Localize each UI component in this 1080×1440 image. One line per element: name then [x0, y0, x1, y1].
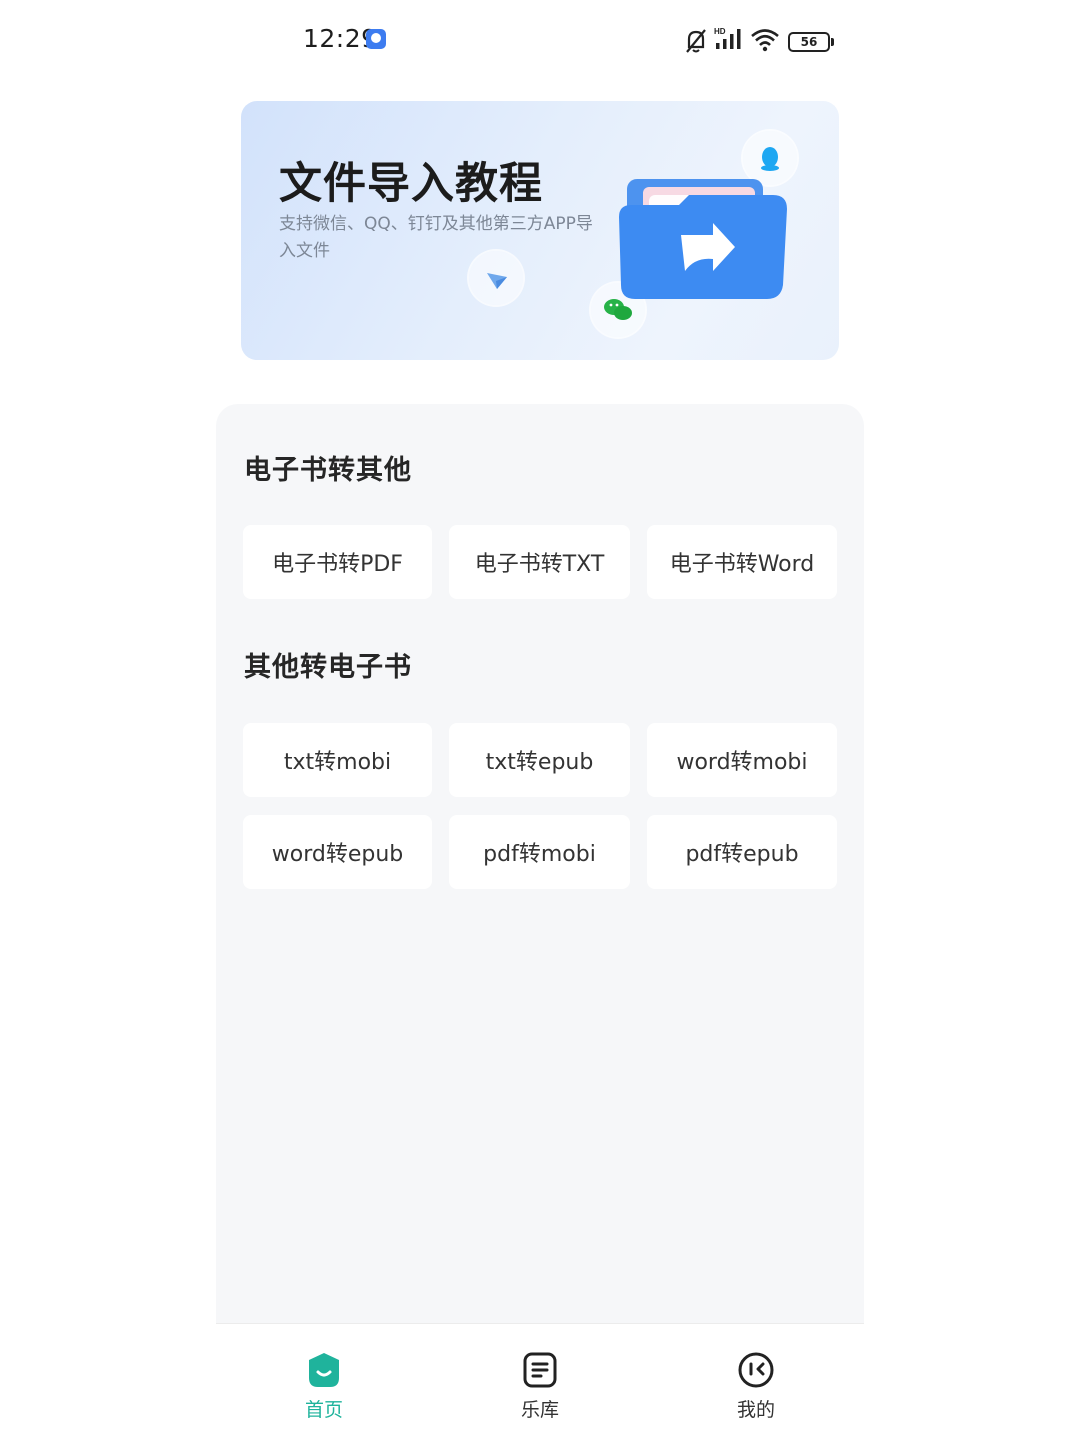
import-tutorial-banner[interactable]: 文件导入教程 支持微信、QQ、钉钉及其他第三方APP导入文件: [241, 101, 839, 360]
ebook-to-pdf-button[interactable]: 电子书转PDF: [243, 525, 432, 599]
home-face-icon: [309, 1353, 339, 1387]
pdf-to-epub-button[interactable]: pdf转epub: [647, 815, 837, 889]
pdf-to-mobi-button[interactable]: pdf转mobi: [449, 815, 630, 889]
section-title-other-to-ebook: 其他转电子书: [244, 652, 412, 683]
section-title-ebook-to-other: 电子书转其他: [244, 455, 412, 486]
status-bar: 12:29 HD 56: [0, 0, 1080, 80]
banner-subtitle: 支持微信、QQ、钉钉及其他第三方APP导入文件: [279, 214, 593, 261]
app-notification-icon: [366, 29, 386, 49]
nav-label-profile: 我的: [736, 1399, 775, 1421]
nav-item-library[interactable]: 乐库: [432, 1324, 648, 1440]
paper-plane-icon: [469, 251, 523, 305]
mute-bell-icon: [686, 29, 706, 53]
nav-item-home[interactable]: 首页: [216, 1324, 432, 1440]
word-to-epub-button[interactable]: word转epub: [243, 815, 432, 889]
ebook-to-txt-button[interactable]: 电子书转TXT: [449, 525, 630, 599]
nav-item-profile[interactable]: 我的: [648, 1324, 864, 1440]
wifi-icon: [751, 29, 779, 52]
conversion-panel: 电子书转其他 电子书转PDF 电子书转TXT 电子书转Word 其他转电子书 t…: [216, 404, 864, 1334]
hd-signal-icon: HD: [714, 27, 741, 49]
bottom-nav: 首页 乐库 我的: [216, 1323, 864, 1440]
txt-to-epub-button[interactable]: txt转epub: [449, 723, 630, 797]
library-icon: [523, 1352, 557, 1388]
nav-label-home: 首页: [304, 1399, 343, 1421]
folder-share-icon: [619, 179, 787, 299]
profile-icon: [738, 1352, 774, 1388]
ebook-to-word-button[interactable]: 电子书转Word: [647, 525, 837, 599]
nav-label-library: 乐库: [520, 1399, 559, 1421]
banner-title: 文件导入教程: [279, 159, 543, 209]
txt-to-mobi-button[interactable]: txt转mobi: [243, 723, 432, 797]
word-to-mobi-button[interactable]: word转mobi: [647, 723, 837, 797]
svg-text:HD: HD: [714, 27, 726, 36]
battery-icon: 56: [788, 32, 834, 52]
